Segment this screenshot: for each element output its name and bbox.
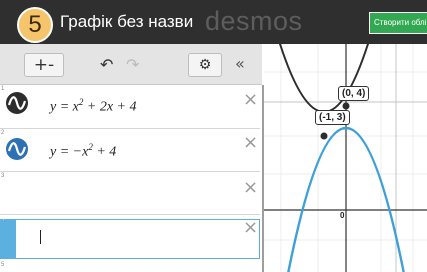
- delete-expression-icon[interactable]: ×: [243, 132, 258, 153]
- desmos-logo: desmos: [205, 6, 303, 36]
- point-label-0-4: (0, 4): [338, 86, 370, 101]
- add-item-button[interactable]: +-: [24, 53, 64, 77]
- expression-input[interactable]: [15, 219, 260, 259]
- text-cursor: [40, 230, 41, 244]
- desmos-screenshot: 5 Графік без назви desmos Створити облік…: [0, 0, 427, 272]
- create-account-button[interactable]: Створити облік: [369, 12, 427, 34]
- app-header: 5 Графік без назви desmos Створити облік: [0, 0, 427, 44]
- delete-expression-icon[interactable]: ×: [243, 177, 258, 198]
- step-number-badge: 5: [17, 7, 53, 43]
- point-marker-1[interactable]: [320, 132, 328, 140]
- row-number: 2: [1, 130, 5, 136]
- graph-toggle-icon[interactable]: [5, 91, 29, 115]
- row-number: 1: [1, 86, 5, 92]
- expression-toolbar: +- ↶ ↷ ⚙ «: [0, 44, 262, 85]
- point-marker-2[interactable]: [342, 102, 350, 110]
- graph-toggle-icon[interactable]: [5, 137, 29, 161]
- row-number: 4: [1, 216, 5, 222]
- active-row-gutter: [0, 219, 15, 259]
- undo-arrow-icon[interactable]: ↶: [100, 55, 113, 74]
- expression-formula[interactable]: y = −x2 + 4: [50, 142, 116, 161]
- graph-canvas[interactable]: (0, 4) (-1, 3) 0: [264, 23, 427, 272]
- active-expression-row[interactable]: ×: [0, 217, 260, 259]
- expression-formula[interactable]: y = x2 + 2x + 4: [50, 97, 136, 116]
- delete-expression-icon[interactable]: ×: [243, 217, 258, 238]
- graph-title[interactable]: Графік без назви: [60, 12, 193, 32]
- redo-arrow-icon[interactable]: ↷: [126, 55, 139, 74]
- gear-icon[interactable]: ⚙: [188, 53, 222, 77]
- expression-row-3[interactable]: 3 ×: [0, 172, 260, 215]
- origin-tick-label: 0: [340, 211, 345, 220]
- delete-expression-icon[interactable]: ×: [243, 89, 258, 110]
- row-number: 3: [1, 173, 5, 179]
- add-item-label: +-: [33, 55, 55, 75]
- graph-svg[interactable]: [264, 23, 427, 272]
- row-number: 5: [1, 262, 5, 268]
- expression-row-1[interactable]: 1 y = x2 + 2x + 4 ×: [0, 85, 260, 129]
- double-chevron-left-icon[interactable]: «: [235, 54, 245, 73]
- expression-row-2[interactable]: 2 y = −x2 + 4 ×: [0, 129, 260, 172]
- expression-row-5[interactable]: 5: [0, 261, 260, 272]
- point-label-minus1-3: (-1, 3): [315, 110, 350, 125]
